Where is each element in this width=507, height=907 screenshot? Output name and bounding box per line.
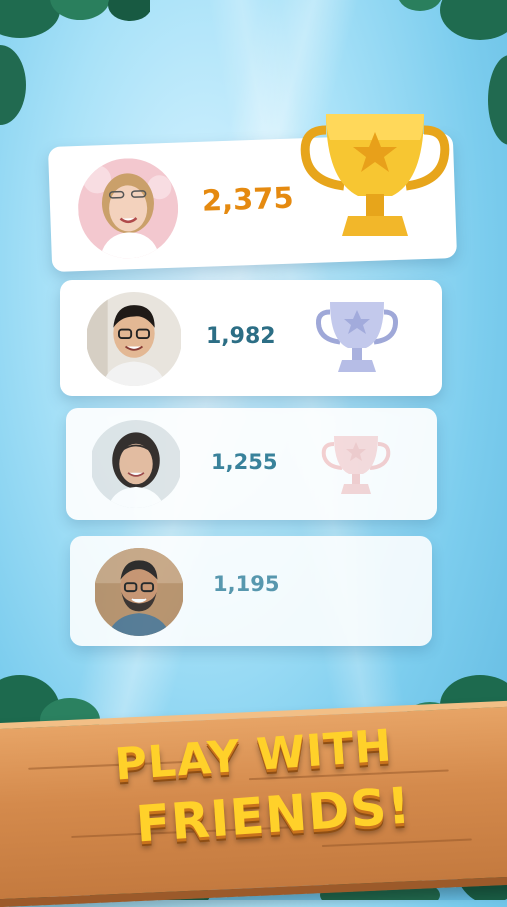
- leaderboard-row-2[interactable]: 1,982: [60, 280, 442, 396]
- bronze-trophy-icon: [321, 436, 391, 494]
- man-glasses-avatar: [86, 292, 182, 386]
- woman-blonde-avatar: [76, 156, 180, 261]
- leaderboard-row-4[interactable]: 1,195: [70, 536, 432, 646]
- score-rank-2: 1,982: [206, 324, 276, 349]
- leaves-top-left: [0, 0, 150, 125]
- score-rank-4: 1,195: [213, 572, 280, 596]
- leaderboard-row-3[interactable]: 1,255: [66, 408, 437, 520]
- gold-trophy-icon: [300, 114, 450, 236]
- score-rank-1: 2,375: [201, 180, 295, 218]
- silver-trophy-icon: [316, 302, 398, 372]
- woman-dark-hair-avatar: [90, 420, 182, 508]
- man-beard-glasses-avatar: [94, 548, 184, 636]
- score-rank-3: 1,255: [211, 450, 278, 474]
